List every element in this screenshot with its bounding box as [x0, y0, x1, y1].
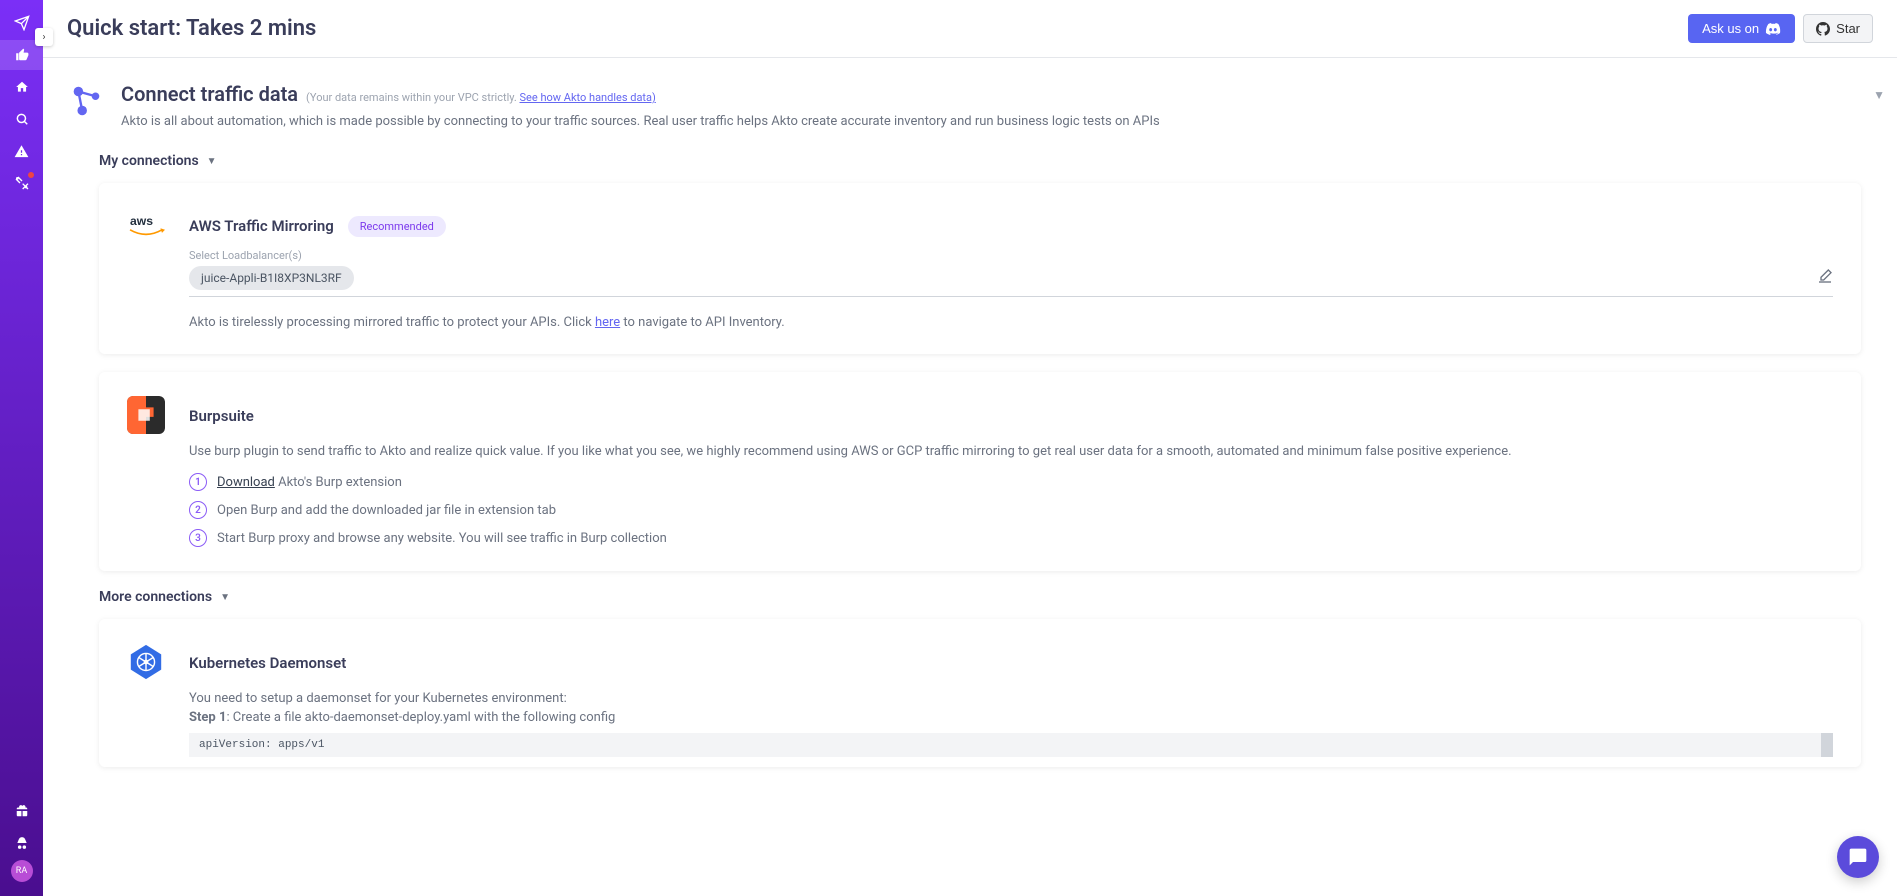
header: Quick start: Takes 2 mins Ask us on Star: [43, 0, 1897, 58]
chevron-down-icon: ▼: [207, 156, 217, 167]
section-inline-note: (Your data remains within your VPC stric…: [306, 91, 656, 104]
burpsuite-card: Burpsuite Use burp plugin to send traffi…: [99, 372, 1861, 571]
kubernetes-card-title: Kubernetes Daemonset: [189, 654, 346, 672]
content: Connect traffic data (Your data remains …: [43, 58, 1897, 896]
more-connections-toggle[interactable]: More connections ▼: [99, 589, 1885, 605]
loadbalancer-field-label: Select Loadbalancer(s): [189, 249, 1833, 262]
burp-step-2: 2 Open Burp and add the downloaded jar f…: [189, 501, 1833, 519]
aws-card-title: AWS Traffic Mirroring: [189, 217, 334, 235]
star-button-label: Star: [1836, 21, 1860, 36]
chevron-down-icon: ▼: [220, 592, 230, 603]
sidebar: › RA: [0, 0, 43, 896]
burp-step-3: 3 Start Burp proxy and browse any websit…: [189, 529, 1833, 547]
aws-logo-icon: aws: [127, 207, 165, 245]
my-connections-label: My connections: [99, 153, 199, 169]
discord-button-label: Ask us on: [1702, 21, 1759, 36]
step-number-icon: 1: [189, 473, 207, 491]
more-connections-label: More connections: [99, 589, 212, 605]
github-star-button[interactable]: Star: [1803, 14, 1873, 43]
notification-dot-icon: [28, 172, 34, 178]
step-number-icon: 3: [189, 529, 207, 547]
loadbalancer-field: juice-Appli-B1I8XP3NL3RF: [189, 266, 1833, 297]
page-title: Quick start: Takes 2 mins: [67, 16, 316, 41]
kubernetes-step-1: Step 1: Create a file akto-daemonset-dep…: [189, 710, 1833, 725]
section-title: Connect traffic data: [121, 82, 298, 106]
aws-card: aws AWS Traffic Mirroring Recommended Se…: [99, 183, 1861, 354]
kubernetes-code-block: apiVersion: apps/v1: [189, 733, 1833, 757]
my-connections-toggle[interactable]: My connections ▼: [99, 153, 1885, 169]
scrollbar-indicator[interactable]: [1821, 733, 1833, 757]
discord-icon: [1765, 23, 1781, 35]
kubernetes-card: Kubernetes Daemonset You need to setup a…: [99, 619, 1861, 767]
section-description: Akto is all about automation, which is m…: [121, 114, 1857, 129]
aws-info-text: Akto is tirelessly processing mirrored t…: [189, 315, 1833, 330]
chat-icon: [1848, 847, 1868, 867]
burpsuite-card-title: Burpsuite: [189, 407, 254, 425]
ask-discord-button[interactable]: Ask us on: [1688, 14, 1795, 43]
edit-icon[interactable]: [1817, 268, 1833, 288]
chevron-right-icon: ›: [42, 32, 45, 43]
sidebar-item-alerts[interactable]: [0, 136, 43, 166]
avatar[interactable]: RA: [11, 860, 33, 882]
kubernetes-description: You need to setup a daemonset for your K…: [189, 691, 1833, 706]
api-inventory-link[interactable]: here: [595, 315, 620, 330]
svg-text:aws: aws: [130, 214, 153, 228]
step-number-icon: 2: [189, 501, 207, 519]
kubernetes-logo-icon: [127, 643, 165, 681]
avatar-initials: RA: [16, 866, 27, 876]
sidebar-expand-button[interactable]: ›: [35, 28, 53, 46]
sidebar-item-testing[interactable]: [0, 168, 43, 198]
sidebar-item-search[interactable]: [0, 104, 43, 134]
sidebar-item-home[interactable]: [0, 72, 43, 102]
github-icon: [1816, 22, 1830, 36]
download-extension-link[interactable]: Download: [217, 475, 275, 490]
loadbalancer-chip[interactable]: juice-Appli-B1I8XP3NL3RF: [189, 266, 354, 290]
chat-widget-button[interactable]: [1837, 836, 1879, 878]
recommended-badge: Recommended: [348, 216, 446, 237]
see-data-handling-link[interactable]: See how Akto handles data): [520, 91, 656, 104]
burp-step-1: 1 Download Akto's Burp extension: [189, 473, 1833, 491]
connect-icon: [67, 82, 105, 120]
burpsuite-description: Use burp plugin to send traffic to Akto …: [189, 444, 1833, 459]
sidebar-item-incognito[interactable]: [0, 828, 43, 858]
burpsuite-logo-icon: [127, 396, 165, 434]
sidebar-item-gift[interactable]: [0, 796, 43, 826]
collapse-toggle[interactable]: ▼: [1873, 88, 1885, 102]
